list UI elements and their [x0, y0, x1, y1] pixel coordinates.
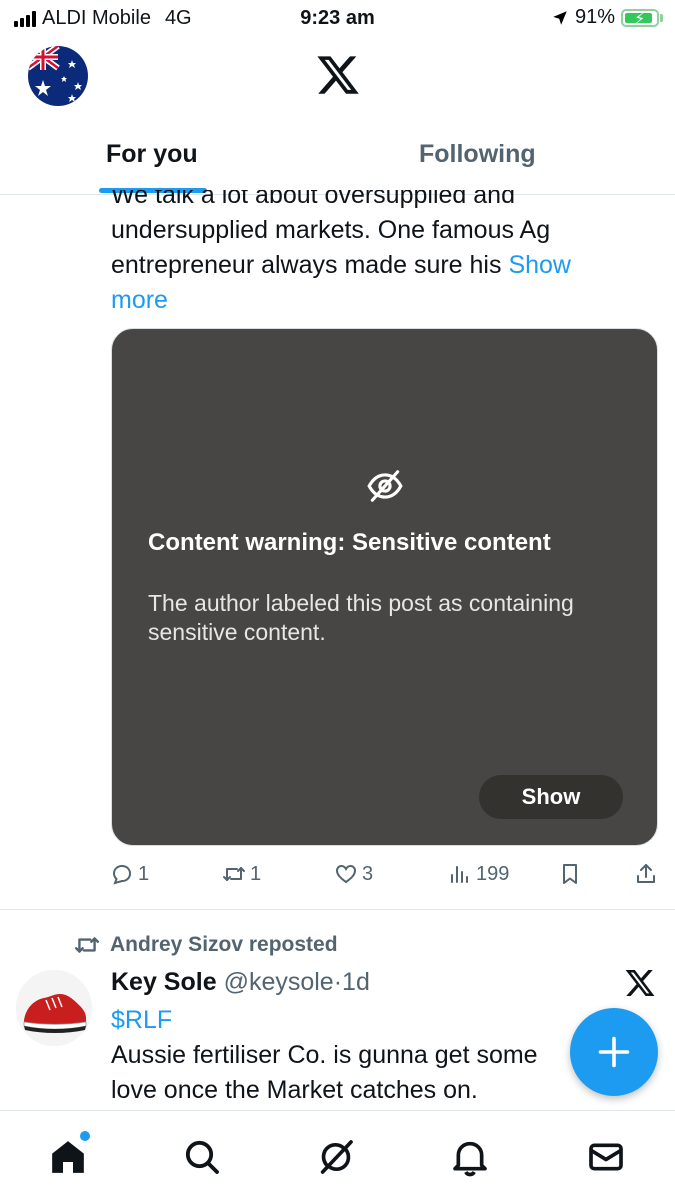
- home-notification-dot: [80, 1131, 90, 1141]
- nav-grok[interactable]: [316, 1137, 356, 1177]
- share-button[interactable]: [634, 862, 658, 886]
- views-button[interactable]: 199: [448, 862, 509, 886]
- tab-for-you[interactable]: For you: [106, 140, 198, 169]
- post-age: 1d: [342, 968, 370, 996]
- compose-button[interactable]: [570, 1008, 658, 1096]
- tweet-author-line: Key Sole @keysole·1d: [111, 968, 370, 997]
- repost-icon: [74, 937, 100, 953]
- bookmark-button[interactable]: [558, 862, 582, 886]
- nav-notifications[interactable]: [450, 1137, 490, 1177]
- bookmark-icon: [563, 864, 577, 884]
- reply-icon: [112, 864, 132, 885]
- show-sensitive-button[interactable]: Show: [479, 775, 623, 819]
- australian-flag-avatar: [28, 46, 88, 106]
- author-avatar[interactable]: [16, 970, 92, 1046]
- tweet-text: We talk a lot about oversupplied and und…: [111, 190, 631, 310]
- nav-search[interactable]: [182, 1137, 222, 1177]
- show-more-link[interactable]: Show: [508, 251, 571, 279]
- status-bar: ALDI Mobile 4G 9:23 am 91% ⚡: [0, 0, 675, 38]
- nav-messages[interactable]: [586, 1137, 626, 1177]
- tweet-text-line: We talk a lot about oversupplied and: [111, 190, 515, 209]
- author-handle[interactable]: @keysole: [224, 968, 334, 996]
- bottom-navigation: [0, 1110, 675, 1201]
- separator-dot: ·: [333, 968, 343, 996]
- reply-button[interactable]: 1: [110, 862, 149, 886]
- tweet-text-fragment: entrepreneur always made sure his: [111, 251, 509, 279]
- tweet-actions: 1 1 3 199: [110, 862, 658, 896]
- tweet-divider: [0, 909, 675, 910]
- like-button[interactable]: 3: [334, 862, 373, 886]
- tweet-text: $RLF Aussie fertiliser Co. is gunna get …: [111, 1003, 631, 1108]
- like-count: 3: [362, 862, 374, 885]
- red-sneaker-avatar: [16, 970, 92, 1046]
- home-icon: [52, 1141, 84, 1173]
- grok-icon: [320, 1140, 353, 1174]
- tweet-text-line: love once the Market catches on.: [111, 1076, 478, 1104]
- sensitive-media-card[interactable]: Content warning: Sensitive content The a…: [111, 328, 658, 846]
- x-logo-icon[interactable]: [315, 52, 361, 98]
- eye-slash-icon: [367, 470, 403, 502]
- battery-icon: ⚡: [621, 8, 659, 28]
- x-logo-icon: [625, 970, 655, 996]
- tweet-text-line: Aussie fertiliser Co. is gunna get some: [111, 1041, 538, 1069]
- notifications-icon: [453, 1141, 487, 1177]
- repost-context[interactable]: Andrey Sizov reposted: [74, 932, 338, 958]
- battery-cap: [660, 13, 663, 22]
- plus-icon: [598, 1036, 630, 1068]
- repost-button[interactable]: 1: [222, 862, 261, 886]
- repost-icon: [223, 867, 245, 881]
- author-name[interactable]: Key Sole: [111, 968, 217, 996]
- content-warning-title: Content warning: Sensitive content: [148, 529, 551, 556]
- charging-icon: ⚡: [634, 10, 646, 28]
- cashtag-link[interactable]: $RLF: [111, 1003, 631, 1038]
- view-count: 199: [476, 862, 510, 885]
- tab-following[interactable]: Following: [419, 140, 536, 169]
- status-right: 91% ⚡: [551, 6, 663, 29]
- location-arrow-icon: [553, 10, 567, 25]
- profile-avatar-button[interactable]: [28, 46, 88, 106]
- tweet-text-line: entrepreneur always made sure his Show: [111, 248, 631, 283]
- views-icon: [451, 866, 468, 883]
- repost-context-label: Andrey Sizov reposted: [110, 933, 338, 956]
- messages-icon: [589, 1143, 623, 1171]
- battery-percent: 91%: [574, 6, 615, 28]
- show-more-link[interactable]: more: [111, 286, 168, 310]
- nav-home[interactable]: [48, 1131, 90, 1177]
- share-icon: [637, 864, 655, 883]
- timeline-tabs: For you Following: [0, 120, 675, 195]
- content-warning-body: The author labeled this post as containi…: [148, 590, 574, 645]
- reply-count: 1: [138, 862, 150, 885]
- search-icon: [185, 1140, 219, 1174]
- tweet-text-line: undersupplied markets. One famous Ag: [111, 216, 551, 244]
- tweet-text-line: more: [111, 283, 631, 310]
- heart-icon: [335, 864, 357, 884]
- repost-count: 1: [250, 862, 262, 885]
